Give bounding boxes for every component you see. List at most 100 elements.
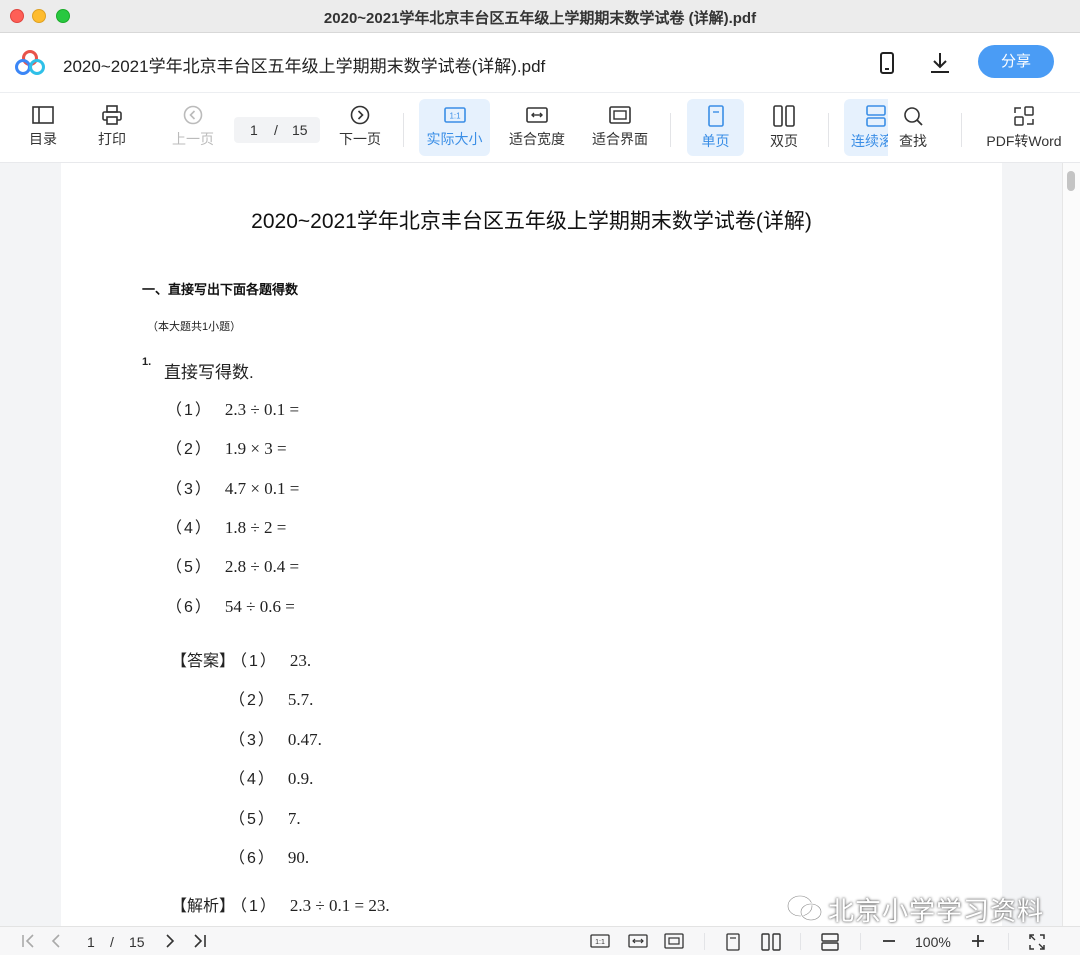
bottom-divider xyxy=(860,933,861,950)
page-number-input[interactable]: 1 / 15 xyxy=(234,117,320,143)
single-page-icon[interactable] xyxy=(724,933,742,951)
vertical-scrollbar[interactable] xyxy=(1062,163,1080,926)
print-button[interactable]: 打印 xyxy=(84,99,140,156)
bottom-page-separator: / xyxy=(110,934,114,950)
page-current: 1 xyxy=(250,122,258,138)
chevron-right-circle-icon xyxy=(350,105,370,125)
next-page-icon[interactable] xyxy=(162,933,178,949)
prev-page-label: 上一页 xyxy=(172,131,214,147)
last-page-icon[interactable] xyxy=(190,933,208,949)
toolbar-divider xyxy=(961,113,962,147)
first-page-icon[interactable] xyxy=(20,933,38,949)
continuous-scroll-icon xyxy=(866,105,886,127)
window-title: 2020~2021学年北京丰台区五年级上学期期末数学试卷 (详解).pdf xyxy=(323,10,757,27)
problem-item: （5） 2.8 ÷ 0.4 = xyxy=(166,557,300,576)
answer-item: （5） 7. xyxy=(229,809,301,828)
section-note: （本大题共1小题） xyxy=(147,321,242,333)
problem-item: （3） 4.7 × 0.1 = xyxy=(166,479,300,498)
problem-item: （6） 54 ÷ 0.6 = xyxy=(166,597,295,616)
zoom-level: 100% xyxy=(915,934,951,950)
fit-width-icon[interactable] xyxy=(628,933,648,949)
zoom-in-icon[interactable] xyxy=(970,933,986,949)
fit-page-label: 适合界面 xyxy=(592,131,648,147)
catalog-label: 目录 xyxy=(29,131,57,147)
bottom-bar: 1 / 15 1:1 100% xyxy=(0,926,1080,955)
zoom-out-icon[interactable] xyxy=(881,933,897,949)
wechat-icon xyxy=(786,894,823,922)
catalog-icon xyxy=(32,106,54,124)
single-page-button[interactable]: 单页 xyxy=(687,99,744,156)
answer-item: （4） 0.9. xyxy=(229,769,314,788)
problem-item: （2） 1.9 × 3 = xyxy=(166,439,287,458)
actual-size-icon: 1:1 xyxy=(443,107,466,123)
question-number: 1. xyxy=(142,356,152,368)
section-title: 一、直接写出下面各题得数 xyxy=(142,282,299,297)
analysis-tag: 【解析】 xyxy=(171,898,236,915)
catalog-button[interactable]: 目录 xyxy=(15,99,71,156)
find-button[interactable]: 查找 xyxy=(888,99,938,156)
chevron-left-circle-icon xyxy=(183,105,203,125)
app-header: 2020~2021学年北京丰台区五年级上学期期末数学试卷(详解).pdf 分享 xyxy=(0,33,1080,93)
bottom-divider xyxy=(800,933,801,950)
actual-size-label: 实际大小 xyxy=(426,131,483,147)
fit-page-icon[interactable] xyxy=(664,933,684,949)
fit-width-button[interactable]: 适合宽度 xyxy=(503,99,571,156)
problem-item: （1） 2.3 ÷ 0.1 = xyxy=(166,400,300,419)
continuous-scroll-button[interactable]: 连续滚 xyxy=(844,99,888,156)
title-bar: 2020~2021学年北京丰台区五年级上学期期末数学试卷 (详解).pdf xyxy=(0,0,1080,33)
scrollbar-thumb[interactable] xyxy=(1067,171,1075,191)
bottom-page-current[interactable]: 1 xyxy=(87,934,95,950)
page-separator: / xyxy=(274,122,278,138)
answer-item: （3） 0.47. xyxy=(229,730,322,749)
single-page-label: 单页 xyxy=(701,133,730,149)
search-icon xyxy=(904,107,923,126)
prev-page-button[interactable]: 上一页 xyxy=(163,99,223,156)
toolbar: 目录 打印 上一页 1 / 15 下一页 1:1 实际大小 适合宽度 适合界面 … xyxy=(0,93,1080,163)
file-name: 2020~2021学年北京丰台区五年级上学期期末数学试卷(详解).pdf xyxy=(63,57,546,76)
prev-page-icon[interactable] xyxy=(48,933,64,949)
fit-width-label: 适合宽度 xyxy=(509,131,565,147)
pdf-to-word-button[interactable]: PDF转Word xyxy=(982,99,1066,156)
next-page-label: 下一页 xyxy=(339,131,381,147)
document-title: 2020~2021学年北京丰台区五年级上学期期末数学试卷(详解) xyxy=(251,210,812,233)
toolbar-divider xyxy=(828,113,829,147)
answer-item: （6） 90. xyxy=(229,848,310,867)
bottom-divider xyxy=(704,933,705,950)
bottom-page-total: 15 xyxy=(129,934,145,950)
pdf-viewer-window: 2020~2021学年北京丰台区五年级上学期期末数学试卷 (详解).pdf 20… xyxy=(0,0,1080,955)
toolbar-divider xyxy=(670,113,671,147)
actual-size-icon[interactable]: 1:1 xyxy=(590,933,610,949)
problem-item: （4） 1.8 ÷ 2 = xyxy=(166,518,287,537)
single-page-icon xyxy=(707,105,724,127)
toolbar-divider xyxy=(403,113,404,147)
answer-item: 【答案】 （1） 23. xyxy=(171,651,312,670)
find-label: 查找 xyxy=(899,133,927,149)
double-page-icon xyxy=(773,105,795,127)
fit-width-icon xyxy=(526,107,548,123)
actual-size-button[interactable]: 1:1 实际大小 xyxy=(419,99,490,156)
double-page-icon[interactable] xyxy=(761,933,781,951)
convert-icon xyxy=(1014,106,1034,126)
next-page-button[interactable]: 下一页 xyxy=(330,99,390,156)
double-page-button[interactable]: 双页 xyxy=(756,99,812,156)
question-text: 直接写得数. xyxy=(164,363,254,382)
download-icon[interactable] xyxy=(927,50,953,76)
analysis-item: 【解析】 （1） 2.3 ÷ 0.1 = 23. xyxy=(171,896,390,915)
page-total: 15 xyxy=(292,122,308,138)
app-logo-icon xyxy=(15,50,45,75)
continuous-scroll-icon[interactable] xyxy=(820,933,840,951)
fit-page-button[interactable]: 适合界面 xyxy=(586,99,654,156)
bottom-divider xyxy=(1008,933,1009,950)
phone-icon[interactable] xyxy=(874,50,900,76)
document-viewport[interactable]: 2020~2021学年北京丰台区五年级上学期期末数学试卷(详解) 一、直接写出下… xyxy=(0,163,1080,926)
answer-tag: 【答案】 xyxy=(171,653,236,670)
watermark-text: 北京小学学习资料 xyxy=(828,896,1045,926)
fit-page-icon xyxy=(609,106,631,124)
double-page-label: 双页 xyxy=(770,133,798,149)
continuous-scroll-label: 连续滚 xyxy=(851,133,888,149)
share-button[interactable]: 分享 xyxy=(978,45,1054,78)
svg-text:1:1: 1:1 xyxy=(449,112,461,121)
fullscreen-icon[interactable] xyxy=(1028,933,1046,951)
svg-text:1:1: 1:1 xyxy=(595,939,605,946)
answer-item: （2） 5.7. xyxy=(229,690,314,709)
